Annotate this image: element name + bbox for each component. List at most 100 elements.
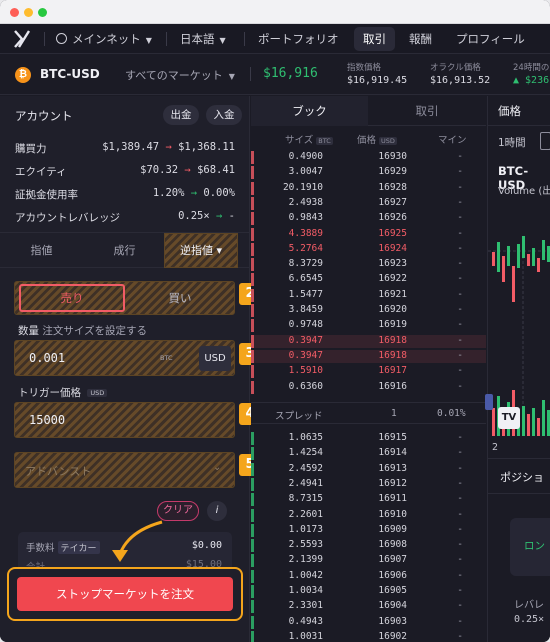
- tab-stop[interactable]: 逆指値 ▾: [164, 233, 238, 268]
- place-stop-market-order-button[interactable]: ストップマーケットを注文: [17, 577, 233, 611]
- ask-row[interactable]: 0.9843 16926 -: [251, 212, 486, 226]
- depth-bar: [251, 477, 254, 491]
- volume-bar: [532, 408, 535, 436]
- positions-title[interactable]: ポジショ: [500, 469, 544, 485]
- bid-row[interactable]: 2.4941 16912 -: [251, 477, 486, 491]
- info-icon[interactable]: i: [207, 501, 227, 521]
- ask-row[interactable]: 2.4938 16927 -: [251, 196, 486, 210]
- order-size: 0.3947: [288, 349, 323, 361]
- bid-row[interactable]: 2.3301 16904 -: [251, 600, 486, 614]
- volume-bar: [527, 414, 530, 436]
- size-unit-toggle[interactable]: USD: [199, 346, 231, 371]
- deposit-button[interactable]: 入金: [206, 105, 242, 125]
- order-size: 20.1910: [282, 181, 323, 193]
- ask-row[interactable]: 4.3889 16925 -: [251, 227, 486, 241]
- depth-bar: [251, 447, 254, 461]
- dydx-logo-icon[interactable]: [12, 29, 32, 49]
- trigger-unit-tag: USD: [87, 389, 108, 397]
- order-price: 16908: [378, 539, 407, 551]
- tradingview-logo-icon[interactable]: TV: [498, 407, 520, 429]
- depth-bar: [251, 600, 254, 614]
- minimize-window-button[interactable]: [24, 8, 33, 17]
- order-mine: -: [457, 212, 463, 224]
- depth-bar: [251, 462, 254, 476]
- ask-row[interactable]: 20.1910 16928 -: [251, 181, 486, 195]
- ask-row[interactable]: 0.3947 16918 -: [251, 334, 486, 348]
- ask-row[interactable]: 3.8459 16920 -: [251, 304, 486, 317]
- chart-drag-handle[interactable]: [485, 394, 493, 410]
- bid-row[interactable]: 8.7315 16911 -: [251, 493, 486, 507]
- chevron-down-icon: ⌄: [213, 462, 222, 473]
- network-selector[interactable]: メインネット ▼: [56, 24, 152, 54]
- ask-row[interactable]: 5.2764 16924 -: [251, 242, 486, 256]
- order-size: 0.9748: [288, 319, 323, 331]
- ask-row[interactable]: 1.5477 16921 -: [251, 288, 486, 302]
- market-divider: [250, 67, 251, 81]
- bid-row[interactable]: 2.1399 16907 -: [251, 554, 486, 568]
- bid-row[interactable]: 1.0042 16906 -: [251, 569, 486, 583]
- tab-price[interactable]: 価格: [498, 96, 521, 126]
- ask-row[interactable]: 0.6360 16916 -: [251, 380, 486, 394]
- order-size: 1.0173: [288, 523, 323, 535]
- order-mine: -: [457, 585, 463, 596]
- withdraw-button[interactable]: 出金: [163, 105, 199, 125]
- ask-row[interactable]: 3.0047 16929 -: [251, 166, 486, 180]
- fee-label: 手数料: [26, 543, 55, 554]
- ask-row[interactable]: 0.3947 16918 -: [251, 349, 486, 363]
- bid-row[interactable]: 2.4592 16913 -: [251, 462, 486, 476]
- col-mine-header: マイン: [438, 135, 467, 146]
- spread-value: 1: [391, 408, 397, 419]
- bid-row[interactable]: 2.5593 16908 -: [251, 539, 486, 553]
- ask-row[interactable]: 0.4900 16930 -: [251, 151, 486, 164]
- candle: [502, 256, 505, 282]
- stat-from: $70.32: [140, 164, 179, 176]
- account-stat-value: $70.32 → $68.41: [140, 164, 235, 176]
- change-24h-value: ▲ $236.1: [513, 75, 550, 86]
- nav-portfolio[interactable]: ポートフォリオ: [258, 24, 339, 54]
- maximize-window-button[interactable]: [38, 8, 47, 17]
- order-price: 16919: [378, 319, 407, 331]
- order-size: 1.0034: [288, 585, 323, 596]
- advanced-dropdown[interactable]: アドバンスト ⌄: [14, 452, 235, 488]
- spread-row: スプレッド 1 0.01%: [251, 402, 486, 424]
- nav-trade[interactable]: 取引: [354, 27, 395, 51]
- bid-row[interactable]: 1.0031 16902 -: [251, 630, 486, 642]
- sell-button[interactable]: 売り: [19, 284, 125, 312]
- index-price-value: $16,919.45: [347, 75, 408, 86]
- bid-row[interactable]: 2.2601 16910 -: [251, 508, 486, 522]
- order-mine: -: [457, 304, 463, 315]
- ask-row[interactable]: 0.9748 16919 -: [251, 319, 486, 333]
- bid-row[interactable]: 1.4254 16914 -: [251, 447, 486, 461]
- ask-row[interactable]: 8.3729 16923 -: [251, 258, 486, 272]
- ask-row[interactable]: 6.6545 16922 -: [251, 273, 486, 287]
- order-mine: -: [457, 319, 463, 331]
- order-size: 5.2764: [288, 242, 323, 254]
- order-size: 4.3889: [288, 227, 323, 239]
- bid-row[interactable]: 1.0173 16909 -: [251, 523, 486, 537]
- indicators-icon[interactable]: [540, 132, 550, 150]
- buy-button[interactable]: 買い: [127, 284, 233, 312]
- network-label: メインネット: [72, 32, 141, 46]
- tab-limit[interactable]: 指値: [0, 233, 83, 268]
- tab-book[interactable]: ブック: [251, 96, 368, 126]
- language-selector[interactable]: 日本語 ▼: [180, 24, 226, 54]
- orderbook-panel: ブック 取引 サイズ BTC 価格 USD マイン 0.4900 16930-3.…: [251, 96, 486, 642]
- all-markets-dropdown[interactable]: すべてのマーケット ▼: [125, 67, 235, 83]
- ask-row[interactable]: 1.5910 16917 -: [251, 365, 486, 379]
- bid-row[interactable]: 1.0635 16915 -: [251, 432, 486, 445]
- volume-bar: [492, 408, 495, 436]
- tab-trades[interactable]: 取引: [368, 96, 486, 126]
- position-card[interactable]: ロン: [510, 518, 550, 576]
- bid-row[interactable]: 1.0034 16905 -: [251, 585, 486, 598]
- account-stat-label: エクイティ: [15, 166, 67, 178]
- nav-rewards[interactable]: 報酬: [409, 24, 432, 54]
- tab-market[interactable]: 成行: [83, 233, 166, 268]
- trigger-price-input[interactable]: 15000: [14, 402, 235, 438]
- depth-bar: [251, 365, 254, 379]
- nav-profile[interactable]: プロフィール: [456, 24, 525, 54]
- bid-row[interactable]: 0.4943 16903 -: [251, 615, 486, 629]
- size-input[interactable]: 0.001 BTC USD: [14, 340, 235, 376]
- order-size: 2.1399: [288, 554, 323, 566]
- interval-button[interactable]: 1時間: [498, 135, 526, 150]
- close-window-button[interactable]: [10, 8, 19, 17]
